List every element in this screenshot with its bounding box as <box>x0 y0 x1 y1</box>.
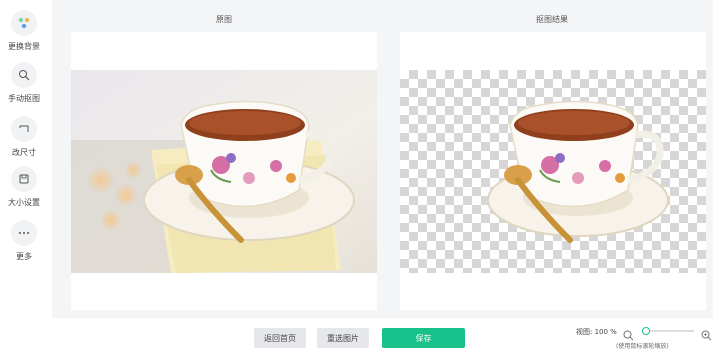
back-home-button[interactable]: 返回首页 <box>254 328 306 348</box>
sidebar-item-label: 手动抠图 <box>8 94 40 103</box>
brush-icon <box>11 62 37 88</box>
original-panel-title: 原图 <box>216 15 232 24</box>
sidebar-item-label: 大小设置 <box>8 198 40 207</box>
zoom-label: 视图: 100 % <box>576 328 617 336</box>
sidebar-item-change-background[interactable]: 更换背景 <box>0 10 48 52</box>
save-disk-icon <box>11 166 37 192</box>
original-image <box>71 70 377 273</box>
reselect-image-button[interactable]: 重选图片 <box>317 328 369 348</box>
result-panel-title: 抠图结果 <box>536 15 568 24</box>
sidebar-item-label: 改尺寸 <box>12 148 36 157</box>
zoom-slider[interactable] <box>641 327 694 335</box>
paint-bucket-icon <box>11 10 37 36</box>
result-image <box>400 70 706 273</box>
sidebar-item-label: 更多 <box>16 252 32 261</box>
original-panel <box>71 32 377 310</box>
result-panel <box>400 32 706 310</box>
workspace: 原图 抠图结果 <box>52 0 713 318</box>
resize-icon <box>11 116 37 142</box>
zoom-hint: (使用鼠标滚轮缩放) <box>616 343 669 350</box>
sidebar-item-resize[interactable]: 改尺寸 <box>0 116 48 158</box>
more-dots-icon <box>11 220 37 246</box>
sidebar: 更换背景 手动抠图 改尺寸 大小设置 更多 <box>0 0 48 364</box>
zoom-in-icon[interactable] <box>701 326 712 345</box>
sidebar-item-more[interactable]: 更多 <box>0 220 48 262</box>
sidebar-item-label: 更换背景 <box>8 42 40 51</box>
sidebar-item-size-settings[interactable]: 大小设置 <box>0 166 48 208</box>
save-button[interactable]: 保存 <box>382 328 465 348</box>
sidebar-item-manual-cutout[interactable]: 手动抠图 <box>0 62 48 104</box>
zoom-slider-handle[interactable] <box>641 327 650 335</box>
